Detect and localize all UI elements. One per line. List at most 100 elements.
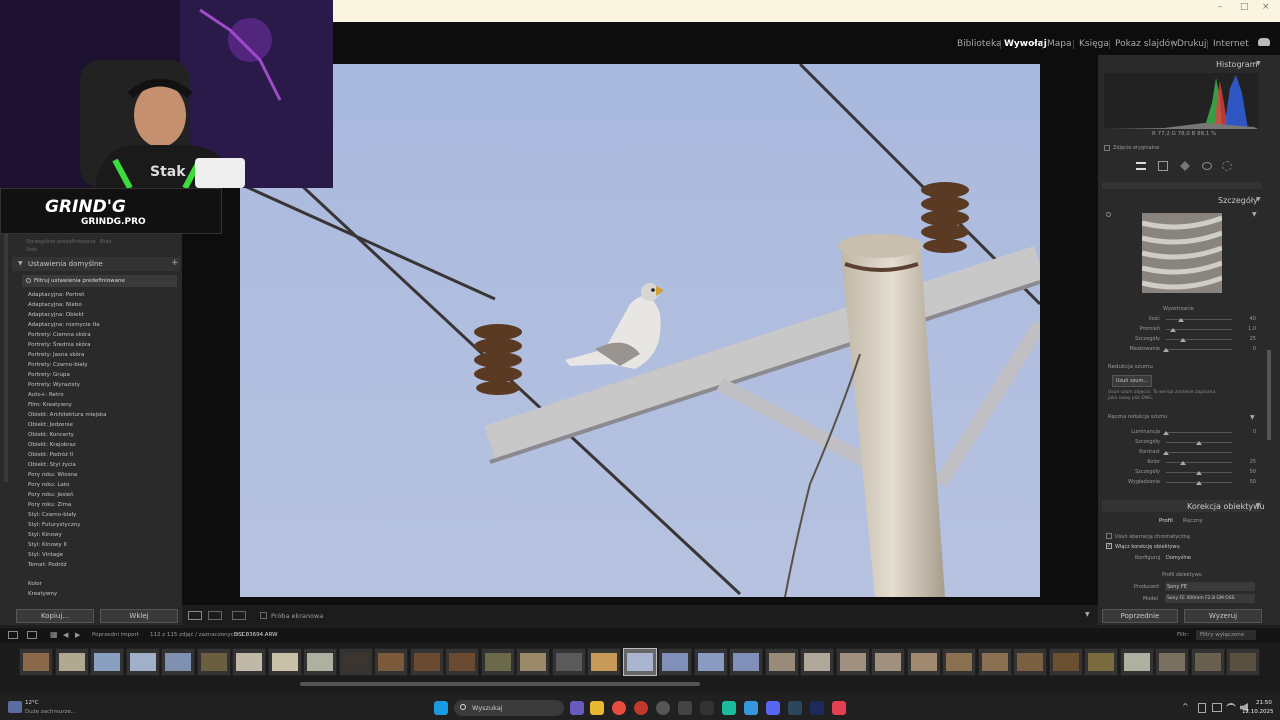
filmstrip-thumbnail[interactable]	[551, 648, 586, 676]
triangle-down-icon[interactable]: ▼	[1250, 414, 1255, 421]
slider-handle[interactable]	[1163, 431, 1169, 435]
preset-item[interactable]: Pory roku: Wiosna	[28, 472, 77, 478]
mask-icon[interactable]	[1222, 161, 1232, 171]
filmstrip-thumbnail[interactable]	[232, 648, 266, 676]
filmstrip-thumbnail[interactable]	[161, 648, 195, 676]
slider-track[interactable]	[1166, 319, 1232, 320]
minimize-button[interactable]: –	[1218, 2, 1223, 12]
slider-value[interactable]: 1,0	[1236, 326, 1256, 332]
slider-track[interactable]	[1166, 329, 1232, 330]
ca-checkbox[interactable]	[1106, 533, 1112, 539]
screen-1-icon[interactable]	[8, 631, 18, 639]
screen-2-icon[interactable]	[27, 631, 37, 639]
grid-icon[interactable]: ▦	[50, 630, 58, 639]
notes-icon[interactable]	[700, 701, 714, 715]
slider-track[interactable]	[1166, 452, 1232, 453]
slider-value[interactable]: 25	[1236, 459, 1256, 465]
denoise-button[interactable]: Usuń szum...	[1112, 375, 1152, 387]
paste-button[interactable]: Wklej	[100, 609, 178, 623]
obs-icon[interactable]	[656, 701, 670, 715]
chrome-icon[interactable]	[612, 701, 626, 715]
left-scrollbar[interactable]	[4, 232, 8, 482]
back-arrow-icon[interactable]: ◀	[63, 631, 68, 639]
filmstrip-thumbnail[interactable]	[196, 648, 231, 676]
triangle-down-icon[interactable]: ▼	[1252, 211, 1257, 218]
filmstrip-thumbnail[interactable]	[516, 648, 550, 676]
preset-item[interactable]: Adaptacyjna: rozmycie tła	[28, 322, 100, 328]
add-preset-icon[interactable]: +	[171, 258, 179, 268]
slider-handle[interactable]	[1179, 338, 1186, 342]
filmstrip-thumbnail[interactable]	[729, 648, 763, 676]
close-button[interactable]: ×	[1262, 2, 1270, 12]
file-explorer-icon[interactable]	[590, 701, 604, 715]
slider-handle[interactable]	[1196, 441, 1202, 445]
filmstrip-thumbnail[interactable]	[587, 648, 621, 676]
slider-track[interactable]	[1166, 349, 1232, 350]
capture-icon[interactable]	[678, 701, 692, 715]
slider-handle[interactable]	[1178, 318, 1185, 322]
filmstrip-thumbnail[interactable]	[1190, 648, 1225, 676]
lens-tab-profile[interactable]: Profil	[1159, 518, 1173, 524]
slider-track[interactable]	[1166, 339, 1232, 340]
preset-item[interactable]: Obiekt: Koncerty	[28, 432, 74, 438]
slider-value[interactable]: 0	[1236, 429, 1256, 435]
preset-item[interactable]: Portrety: Wyrazisty	[28, 382, 80, 388]
filmstrip-thumbnail[interactable]	[658, 648, 692, 676]
filmstrip-thumbnail[interactable]	[1119, 648, 1154, 676]
slider-handle[interactable]	[1196, 481, 1202, 485]
filmstrip-thumbnail[interactable]	[835, 648, 870, 676]
slider-handle[interactable]	[1196, 471, 1202, 475]
filmstrip-thumbnail[interactable]	[1226, 648, 1260, 676]
slider-value[interactable]: 50	[1236, 479, 1256, 485]
preset-item[interactable]: Styl: Kinowy II	[28, 542, 67, 548]
preset-item[interactable]: Obiekt: Jedzenie	[28, 422, 73, 428]
battery-icon[interactable]	[1198, 703, 1206, 713]
compare-icon[interactable]	[232, 611, 246, 620]
forward-arrow-icon[interactable]: ▶	[75, 631, 80, 639]
shield-icon[interactable]	[722, 701, 736, 715]
clock-time[interactable]: 21:50	[1256, 700, 1272, 706]
preset-item[interactable]: Pory roku: Lato	[28, 482, 69, 488]
loupe-view-icon[interactable]	[188, 611, 202, 620]
reset-button[interactable]: Wyzeruj	[1184, 609, 1262, 623]
histogram-title[interactable]: Histogram	[1216, 60, 1258, 69]
display-icon[interactable]	[1212, 703, 1222, 712]
opera-icon[interactable]	[634, 701, 648, 715]
preset-item[interactable]: Obiekt: Architektura miejska	[28, 412, 107, 418]
task-view-icon[interactable]	[570, 701, 584, 715]
slider-handle[interactable]	[1163, 348, 1169, 352]
maker-select[interactable]: Sony FE	[1165, 582, 1255, 591]
preset-item[interactable]: Obiekt: Krajobraz	[28, 442, 76, 448]
preset-item[interactable]: Portrety: Czarno-biały	[28, 362, 87, 368]
preset-item[interactable]: Styl: Czarno-biały	[28, 512, 76, 518]
right-scrollbar[interactable]	[1267, 350, 1271, 440]
preset-item[interactable]: Adaptacyjna: Niebo	[28, 302, 82, 308]
preset-filter[interactable]: Filtruj ustawienia predefiniowane	[22, 275, 177, 287]
filmstrip-thumbnail[interactable]	[303, 648, 337, 676]
preset-item[interactable]: Pory roku: Zima	[28, 502, 71, 508]
module-book[interactable]: Księga	[1079, 39, 1109, 49]
preset-item[interactable]: Obiekt: Podróż II	[28, 452, 73, 458]
preset-item[interactable]: Adaptacyjna: Obiekt	[28, 312, 84, 318]
source-label[interactable]: Poprzedni import	[92, 632, 139, 638]
filter-select[interactable]: Filtry wyłączone	[1196, 630, 1256, 640]
weather-icon[interactable]	[8, 701, 22, 713]
filmstrip-thumbnail[interactable]	[800, 648, 834, 676]
filmstrip-thumbnail[interactable]	[977, 648, 1012, 676]
preset-item[interactable]: Portrety: Grupa	[28, 372, 70, 378]
filmstrip-thumbnail[interactable]	[693, 648, 728, 676]
filename[interactable]: DSC03694.ARW	[234, 632, 278, 638]
filmstrip-thumbnail[interactable]	[445, 648, 479, 676]
lens-tab-manual[interactable]: Ręczny	[1183, 518, 1203, 524]
lens-correction-checkbox[interactable]: ✓	[1106, 543, 1112, 549]
triangle-down-icon[interactable]: ▼	[1085, 611, 1090, 618]
filmstrip-thumbnail[interactable]	[1155, 648, 1189, 676]
before-after-icon[interactable]	[208, 611, 222, 620]
filmstrip-thumbnail[interactable]	[19, 648, 53, 676]
cloud-icon[interactable]	[1258, 38, 1270, 46]
preset-item[interactable]: Portrety: Ciemna skóra	[28, 332, 91, 338]
slider-value[interactable]: 25	[1236, 336, 1256, 342]
preset-group[interactable]: Kolor	[28, 581, 42, 587]
filmstrip-thumbnail[interactable]	[764, 648, 799, 676]
preset-item[interactable]: Film: Kreatywny	[28, 402, 72, 408]
